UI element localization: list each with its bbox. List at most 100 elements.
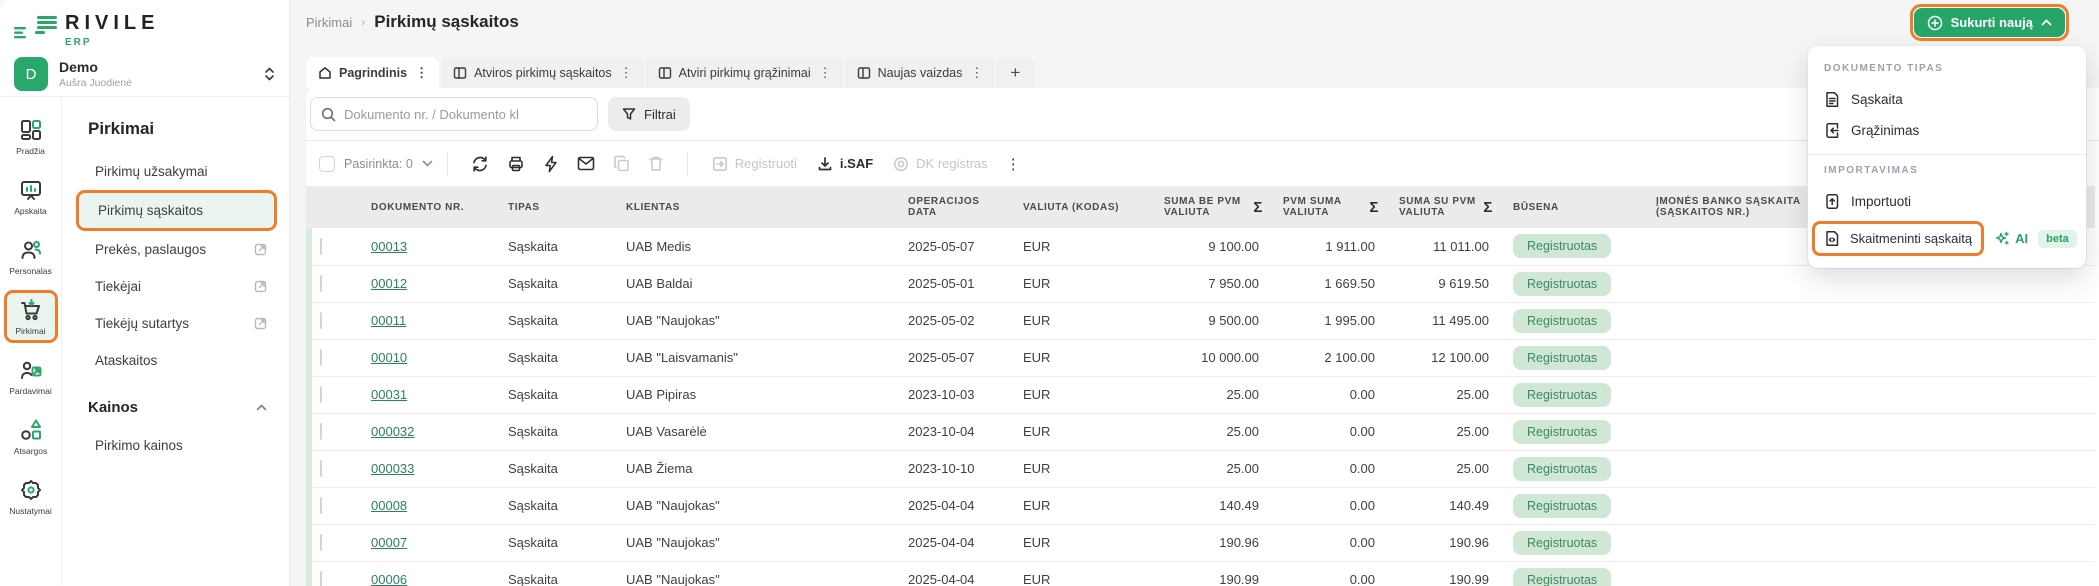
submenu-item-tiekeju-sutartys[interactable]: Tiekėjų sutartys (62, 305, 289, 342)
tab-menu-icon[interactable]: ⋮ (414, 65, 429, 81)
isaf-button[interactable]: i.SAF (807, 151, 883, 177)
cell-net: 25.00 (1154, 376, 1273, 414)
column-header-status[interactable]: BŪSENA (1503, 186, 1646, 228)
row-checkbox[interactable] (320, 312, 322, 329)
column-label: PVM SUMA VALIUTA (1283, 196, 1342, 218)
rail-item-pardavimai[interactable]: Pardavimai (4, 350, 58, 403)
rail-item-pirkimai[interactable]: Pirkimai (3, 290, 58, 343)
document-number-link[interactable]: 000033 (371, 461, 414, 476)
cell-vat: 0.00 (1273, 376, 1389, 414)
column-header-client[interactable]: KLIENTAS (616, 186, 898, 228)
cell-currency: EUR (1013, 561, 1154, 586)
column-header-date[interactable]: OPERACIJOS DATA (898, 186, 1013, 228)
document-number-link[interactable]: 00012 (371, 276, 407, 291)
tab-atviros-pirkimu-saskaitos[interactable]: Atviros pirkimų sąskaitos ⋮ (441, 57, 644, 88)
sum-sigma-icon[interactable]: Σ (1369, 200, 1379, 215)
mail-icon[interactable] (568, 151, 604, 176)
cell-gross: 190.99 (1389, 561, 1503, 586)
avatar: D (14, 57, 48, 91)
document-number-link[interactable]: 00011 (371, 313, 406, 328)
status-badge: Registruotas (1513, 382, 1612, 407)
column-header-gross[interactable]: SUMA SU PVM VALIUTA Σ (1389, 186, 1503, 228)
ai-label: AI (1995, 231, 2028, 246)
column-header-doc[interactable]: DOKUMENTO NR. (361, 186, 498, 228)
rail-item-nustatymai[interactable]: Nustatymai (4, 470, 58, 523)
plus-circle-icon (1927, 15, 1943, 31)
tab-atviri-pirkimu-grazinimai[interactable]: Atviri pirkimų grąžinimai ⋮ (645, 57, 843, 88)
rail-item-pradzia[interactable]: Pradžia (4, 110, 58, 163)
rail-item-personalas[interactable]: Personalas (4, 230, 58, 283)
document-number-link[interactable]: 00031 (371, 387, 407, 402)
breadcrumb-parent[interactable]: Pirkimai (306, 15, 352, 30)
submenu-item-pirkimo-kainos[interactable]: Pirkimo kainos (62, 427, 289, 464)
submenu-item-pirkimu-uzsakymai[interactable]: Pirkimų užsakymai (62, 153, 289, 190)
cell-gross: 11 495.00 (1389, 302, 1503, 340)
document-number-link[interactable]: 00007 (371, 535, 407, 550)
chevron-down-icon[interactable] (422, 160, 433, 167)
column-header-type[interactable]: TIPAS (498, 186, 616, 228)
submenu-item-prekes-paslaugos[interactable]: Prekės, paslaugos (62, 231, 289, 268)
sum-sigma-icon[interactable]: Σ (1253, 200, 1263, 215)
updown-chevron-icon[interactable] (264, 67, 275, 81)
cell-extra (1836, 376, 2095, 414)
divider (686, 151, 688, 176)
filters-button[interactable]: Filtrai (608, 97, 690, 131)
tab-menu-icon[interactable]: ⋮ (969, 65, 984, 81)
tab-menu-icon[interactable]: ⋮ (619, 65, 634, 81)
submenu-section-kainos[interactable]: Kainos (62, 387, 289, 427)
row-checkbox[interactable] (320, 349, 322, 366)
chevron-up-icon (2041, 19, 2052, 26)
tab-menu-icon[interactable]: ⋮ (818, 65, 833, 81)
menu-item-grazinimas[interactable]: Grąžinimas (1824, 115, 2070, 146)
document-number-link[interactable]: 00008 (371, 498, 407, 513)
row-checkbox[interactable] (320, 237, 322, 255)
create-new-button[interactable]: Sukurti naują (1913, 8, 2065, 37)
cell-type: Sąskaita (498, 524, 616, 562)
document-number-link[interactable]: 00010 (371, 350, 407, 365)
sales-person-arrow-icon (19, 358, 43, 382)
document-number-link[interactable]: 00006 (371, 572, 407, 586)
cell-gross: 25.00 (1389, 376, 1503, 414)
cell-gross: 190.96 (1389, 524, 1503, 562)
row-checkbox[interactable] (320, 423, 322, 440)
row-checkbox[interactable] (320, 386, 322, 403)
cell-date: 2025-05-02 (898, 302, 1013, 340)
document-number-link[interactable]: 00013 (371, 239, 407, 254)
menu-item-saskaita[interactable]: Sąskaita (1824, 84, 2070, 115)
document-number-link[interactable]: 000032 (371, 424, 414, 439)
column-header-currency[interactable]: VALIUTA (KODAS) (1013, 186, 1154, 228)
row-checkbox[interactable] (320, 275, 322, 292)
lightning-icon[interactable] (534, 150, 568, 178)
print-icon[interactable] (498, 150, 534, 178)
tab-naujas-vaizdas[interactable]: Naujas vaizdas ⋮ (844, 57, 995, 88)
rail-item-atsargos[interactable]: Atsargos (4, 410, 58, 463)
sum-sigma-icon[interactable]: Σ (1483, 200, 1493, 215)
menu-item-skaitmeninti-saskaita[interactable]: Skaitmeninti sąskaitą (1812, 221, 1985, 256)
column-header-vat[interactable]: PVM SUMA VALIUTA Σ (1273, 186, 1389, 228)
row-checkbox[interactable] (320, 497, 322, 514)
account-switcher[interactable]: D Demo Aušra Juodienė (0, 57, 289, 91)
submenu-item-tiekejai[interactable]: Tiekėjai (62, 268, 289, 305)
menu-icon[interactable] (14, 27, 29, 39)
column-header-net[interactable]: SUMA BE PVM VALIUTA Σ (1154, 186, 1273, 228)
menu-item-importuoti[interactable]: Importuoti (1824, 186, 2070, 217)
select-all-checkbox[interactable] (319, 155, 335, 172)
submenu-item-pirkimu-saskaitos[interactable]: Pirkimų sąskaitos (76, 190, 277, 231)
submenu-item-ataskaitos[interactable]: Ataskaitos (62, 342, 289, 379)
table-row: 00008 Sąskaita UAB "Naujokas" 2025-04-04 EUR… (306, 487, 2095, 525)
row-checkbox[interactable] (320, 571, 322, 586)
row-checkbox[interactable] (320, 460, 322, 477)
add-tab-button[interactable]: + (996, 57, 1035, 88)
tab-pagrindinis[interactable]: Pagrindinis ⋮ (306, 57, 440, 88)
brand-name: RIVILE (65, 12, 160, 34)
status-badge: Registruotas (1513, 456, 1612, 481)
cell-net: 140.49 (1154, 487, 1273, 525)
table-row: 000032 Sąskaita UAB Vasarėlė 2023-10-04 EUR 2… (306, 413, 2095, 451)
toolbar-more-icon[interactable]: ⋮ (998, 153, 1029, 175)
refresh-icon[interactable] (462, 150, 498, 178)
search-input[interactable] (344, 106, 587, 122)
document-digitize-icon (1824, 230, 1840, 247)
rail-item-apskaita[interactable]: Apskaita (4, 170, 58, 223)
brand-logo[interactable]: RIVILE ERP (35, 13, 159, 48)
row-checkbox[interactable] (320, 534, 322, 551)
